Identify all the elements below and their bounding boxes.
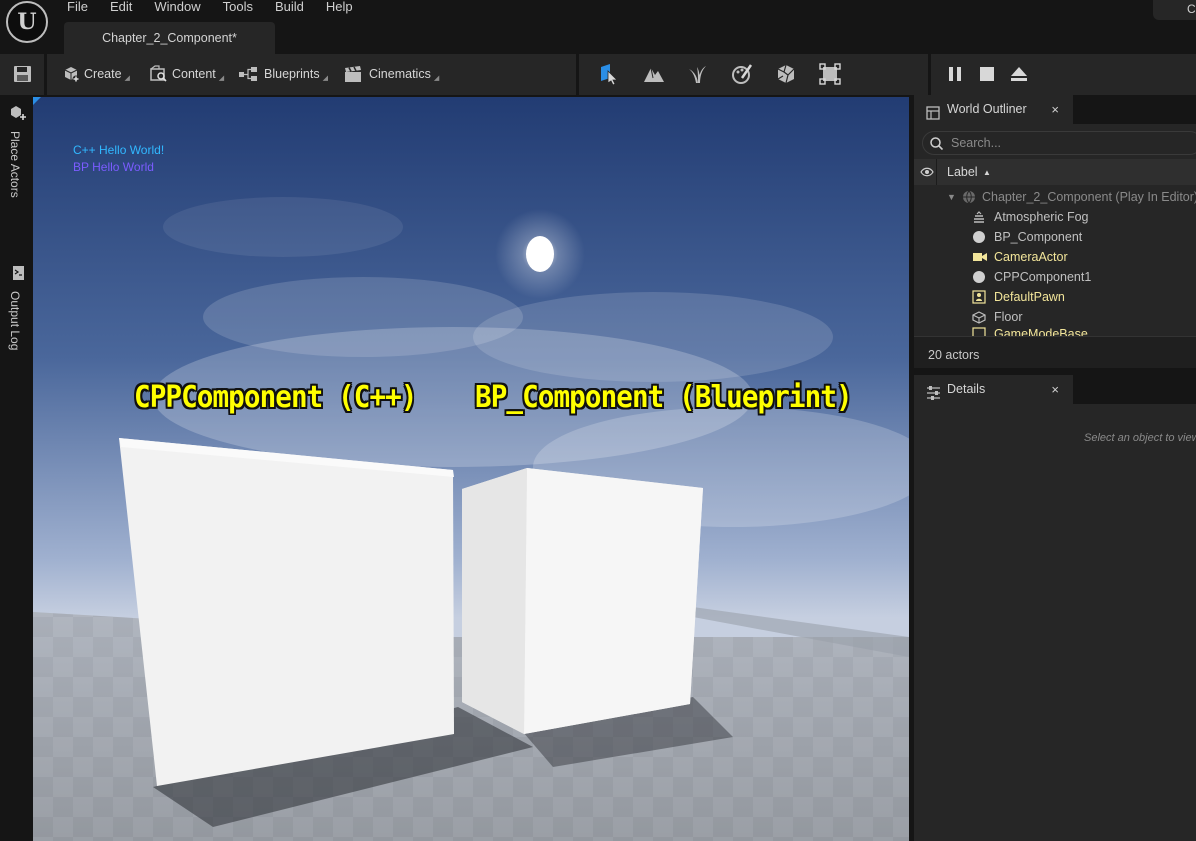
outliner-search-input[interactable]: Search... [922,131,1196,155]
outliner-column-header[interactable]: Label ▲ [914,159,1196,185]
menu-help[interactable]: Help [315,0,364,16]
pause-icon[interactable] [947,66,963,85]
actor-count: 20 actors [928,348,980,362]
world-icon [962,190,976,204]
toolbar-separator [576,54,579,95]
chevron-down-icon[interactable]: ▼ [947,187,956,207]
outliner-row[interactable]: CameraActor [914,247,1196,267]
place-actors-tab[interactable]: Place Actors [8,131,22,198]
outliner-item-label: Atmospheric Fog [994,210,1089,224]
outliner-row[interactable]: Atmospheric Fog [914,207,1196,227]
create-label: Create [84,67,122,81]
outliner-row[interactable]: BP_Component [914,227,1196,247]
camera-icon [972,250,987,264]
save-icon[interactable] [13,65,32,83]
output-log-tab[interactable]: Output Log [8,291,22,350]
landscape-mode-icon[interactable] [643,63,664,83]
world-outliner-panel: Search... Label ▲ ▼ Chapter_2_Component … [914,124,1196,368]
outliner-item-label: BP_Component [994,230,1083,244]
fracture-mode-icon[interactable] [775,63,795,84]
outliner-clip: GameModeBase [914,327,1196,336]
select-mode-icon[interactable] [598,63,618,86]
toolbar-separator [928,54,931,95]
foliage-mode-icon[interactable] [687,63,707,83]
world-outliner-tab[interactable]: World Outliner × [914,95,1073,124]
outliner-row[interactable]: CPPComponent1 [914,267,1196,287]
gamemode-icon [972,327,986,336]
menu-bar: File Edit Window Tools Build Help [56,0,364,16]
outliner-item-label: CameraActor [994,250,1068,264]
sphere-icon [972,230,986,244]
level-viewport[interactable]: C++ Hello World! BP Hello World CPPCompo… [33,97,909,841]
create-button[interactable]: Create ◢ [62,63,130,85]
unreal-logo-icon[interactable]: U [6,1,48,43]
fog-icon [972,210,986,224]
clapperboard-icon [344,65,362,83]
scene-render [33,97,909,841]
sphere-icon [972,270,986,284]
outliner-row[interactable]: GameModeBase [914,327,1196,336]
toolbar-separator [44,54,47,95]
left-tab-strip: Place Actors Output Log [0,95,33,841]
details-empty-hint: Select an object to view details. [1084,432,1196,444]
outliner-row[interactable]: DefaultPawn [914,287,1196,307]
outliner-item-label: Floor [994,310,1023,324]
content-browser-icon [150,65,168,83]
place-actors-icon[interactable] [10,105,26,124]
details-title: Details [947,382,986,396]
menu-file[interactable]: File [56,0,99,16]
document-tab[interactable]: Chapter_2_Component* [64,22,275,54]
outliner-root-label: Chapter_2_Component (Play In Editor) [982,190,1196,204]
cinematics-label: Cinematics [369,67,431,81]
content-button[interactable]: Content ◢ [150,63,224,85]
mesh-icon [972,310,986,324]
cube-plus-icon [62,65,80,83]
bp-component-text-label: BP_Component (Blueprint) [475,380,853,415]
close-icon[interactable]: × [1051,375,1059,404]
details-panel [914,404,1196,841]
outliner-item-label: GameModeBase [994,327,1088,336]
brush-edit-mode-icon[interactable] [819,63,841,85]
blueprints-button[interactable]: Blueprints ◢ [238,63,328,85]
world-outliner-title: World Outliner [947,102,1027,116]
blueprint-icon [238,65,257,83]
sort-ascending-icon[interactable]: ▲ [983,160,991,186]
user-corner-button[interactable]: C [1153,0,1196,20]
title-bar: U File Edit Window Tools Build Help Chap… [0,0,1196,54]
menu-edit[interactable]: Edit [99,0,143,16]
pawn-icon [972,290,986,304]
outliner-root-row[interactable]: ▼ Chapter_2_Component (Play In Editor) [914,187,1196,207]
cinematics-button[interactable]: Cinematics ◢ [344,63,439,85]
stop-icon[interactable] [979,66,995,85]
label-column-header: Label [947,165,978,179]
output-log-icon[interactable] [12,265,25,284]
right-dock: World Outliner × Search... Label ▲ ▼ Cha… [914,95,1196,841]
menu-build[interactable]: Build [264,0,315,16]
cpp-component-text-label: CPPComponent (C++) [134,380,417,415]
content-label: Content [172,67,216,81]
eject-icon[interactable] [1010,66,1028,85]
outliner-item-label: CPPComponent1 [994,270,1092,284]
outliner-item-label: DefaultPawn [994,290,1065,304]
details-tab[interactable]: Details × [914,375,1073,404]
mesh-paint-mode-icon[interactable] [731,63,753,84]
outliner-row[interactable]: Floor [914,307,1196,327]
debug-message-cpp: C++ Hello World! [73,143,165,157]
menu-tools[interactable]: Tools [212,0,264,16]
close-icon[interactable]: × [1051,95,1059,124]
menu-window[interactable]: Window [143,0,211,16]
debug-message-bp: BP Hello World [73,160,154,174]
blueprints-label: Blueprints [264,67,320,81]
